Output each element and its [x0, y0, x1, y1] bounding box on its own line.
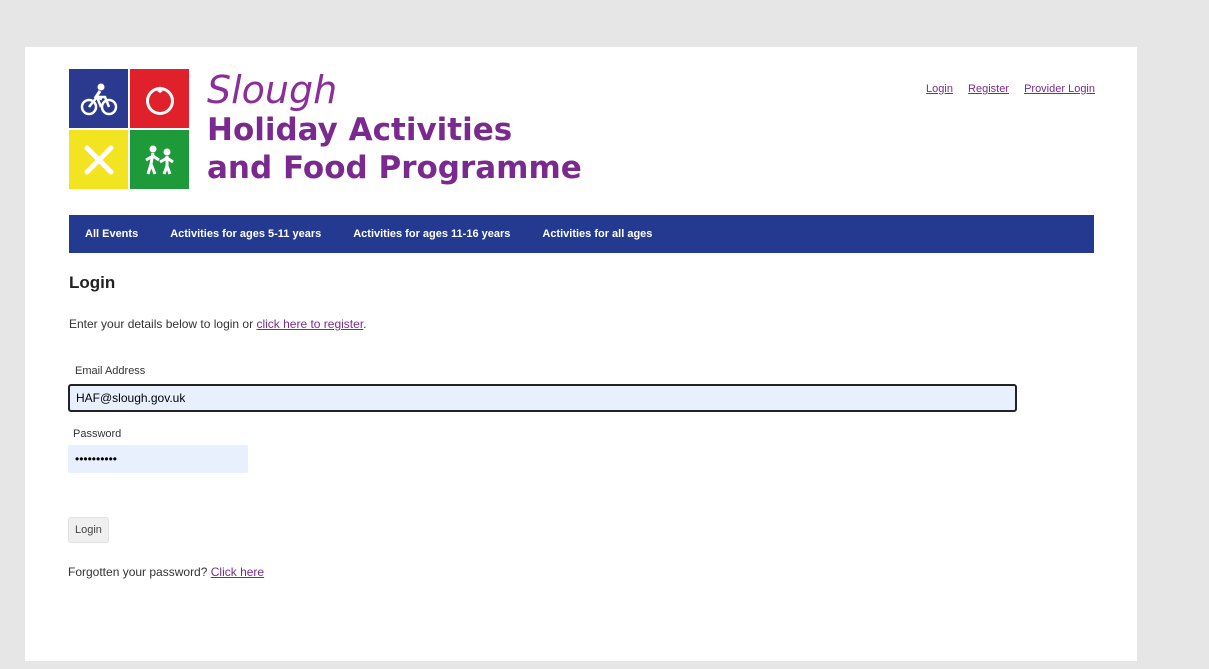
login-link[interactable]: Login [926, 83, 953, 95]
password-label: Password [73, 428, 122, 440]
main-nav: All Events Activities for ages 5-11 year… [69, 215, 1094, 253]
email-label: Email Address [75, 365, 146, 377]
cyclist-icon [69, 69, 128, 128]
top-links: Login Register Provider Login [914, 83, 1095, 95]
register-link[interactable]: Register [968, 83, 1009, 95]
logo-line-3: and Food Programme [207, 150, 582, 186]
email-field[interactable] [68, 384, 1017, 412]
page-container: Slough Holiday Activities and Food Progr… [25, 47, 1137, 661]
page-title: Login [69, 273, 116, 292]
provider-login-link[interactable]: Provider Login [1024, 83, 1095, 95]
intro-text: Enter your details below to login or cli… [69, 317, 367, 331]
password-field[interactable] [68, 445, 248, 473]
nav-all-ages[interactable]: Activities for all ages [526, 228, 668, 240]
logo-tiles [69, 69, 190, 191]
tomato-icon [130, 69, 189, 128]
site-logo[interactable]: Slough Holiday Activities and Food Progr… [69, 69, 589, 194]
cutlery-icon [69, 130, 128, 189]
people-icon [130, 130, 189, 189]
nav-ages-11-16[interactable]: Activities for ages 11-16 years [337, 228, 526, 240]
forgot-password: Forgotten your password? Click here [68, 565, 264, 579]
nav-all-events[interactable]: All Events [69, 228, 154, 240]
logo-line-2: Holiday Activities [207, 112, 513, 148]
login-button[interactable]: Login [68, 517, 109, 543]
forgot-password-link[interactable]: Click here [211, 565, 264, 579]
logo-line-1: Slough [207, 68, 338, 112]
register-inline-link[interactable]: click here to register [256, 317, 363, 331]
intro-text-label: Enter your details below to login or [69, 317, 257, 331]
forgot-password-text: Forgotten your password? [68, 565, 211, 579]
logo-text: Slough Holiday Activities and Food Progr… [207, 69, 582, 187]
intro-text-end: . [363, 317, 367, 331]
nav-ages-5-11[interactable]: Activities for ages 5-11 years [154, 228, 337, 240]
